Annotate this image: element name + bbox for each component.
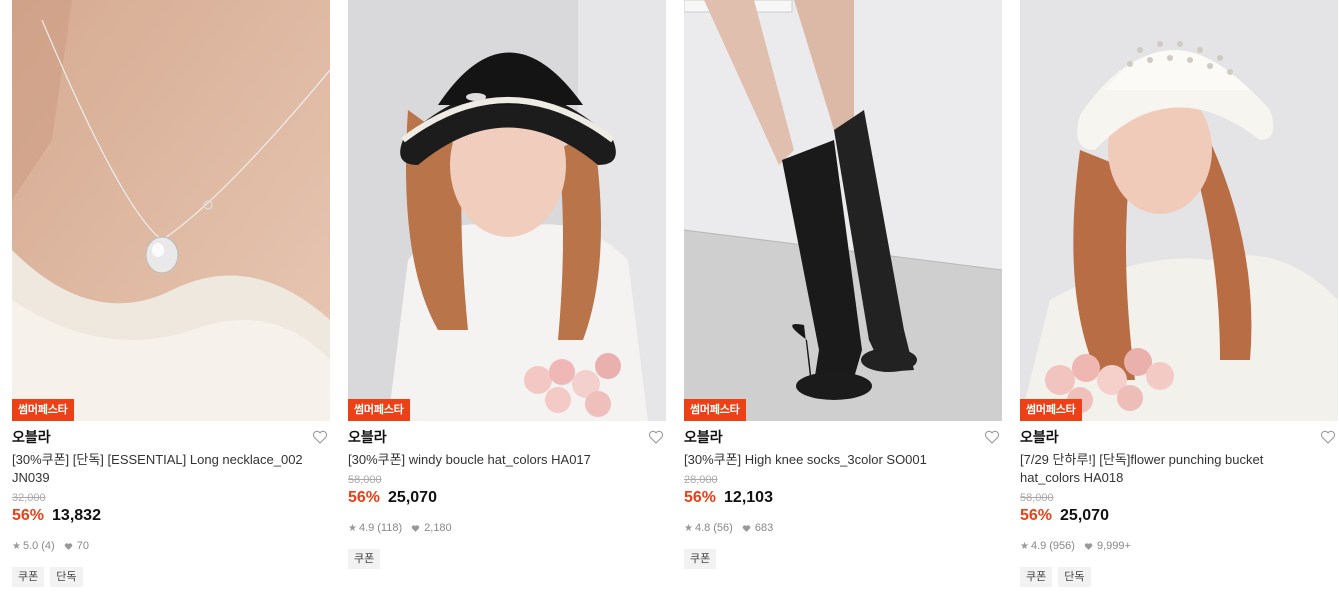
product-name[interactable]: [30%쿠폰] [단독] [ESSENTIAL] Long necklace_0… (12, 451, 312, 487)
tag-exclusive: 단독 (50, 567, 83, 587)
star-icon: ★ (348, 522, 357, 534)
boucle-hat-photo (348, 0, 666, 421)
product-name[interactable]: [30%쿠폰] High knee socks_3color SO001 (684, 451, 984, 469)
tag-list: 쿠폰 (684, 549, 1002, 569)
heart-outline-icon[interactable] (1320, 429, 1336, 445)
heart-outline-icon[interactable] (648, 429, 664, 445)
tag-coupon: 쿠폰 (684, 549, 717, 569)
original-price: 58,000 (348, 474, 382, 486)
star-icon: ★ (684, 522, 693, 534)
sale-price: 13,832 (52, 507, 101, 524)
heart-outline-icon[interactable] (984, 429, 1000, 445)
original-price: 28,000 (684, 474, 718, 486)
product-name[interactable]: [30%쿠폰] windy boucle hat_colors HA017 (348, 451, 648, 469)
product-stats: ★ 4.9 (118) 2,180 (348, 521, 666, 535)
product-card[interactable]: 썸머페스타 오블라 [30%쿠폰] windy boucle hat_color… (348, 0, 666, 603)
rating-value: 4.9 (358, 522, 375, 534)
knee-socks-photo (684, 0, 1002, 421)
festa-badge: 썸머페스타 (348, 399, 410, 421)
review-count: (956) (1049, 540, 1075, 552)
heart-filled-icon (64, 542, 72, 550)
product-image-necklace[interactable]: 썸머페스타 (12, 0, 330, 421)
rating-value: 5.0 (22, 540, 39, 552)
heart-filled-icon (742, 524, 751, 532)
tag-list: 쿠폰 단독 (12, 567, 330, 587)
product-name[interactable]: [7/29 단하루!] [단독]flower punching bucket h… (1020, 451, 1320, 487)
discount-rate: 56% (684, 489, 717, 506)
product-card[interactable]: 썸머페스타 오블라 [30%쿠폰] [단독] [ESSENTIAL] Long … (12, 0, 330, 603)
product-image-boucle-hat[interactable]: 썸머페스타 (348, 0, 666, 421)
product-stats: ★ 4.9 (956) 9,999+ (1020, 539, 1338, 553)
brand-name[interactable]: 오블라 (1020, 429, 1059, 445)
star-icon: ★ (12, 540, 21, 552)
star-icon: ★ (1020, 540, 1029, 552)
sale-price: 25,070 (1060, 507, 1109, 524)
like-count: 2,180 (424, 522, 452, 534)
rating-value: 4.8 (694, 522, 711, 534)
like-count: 9,999+ (1096, 540, 1131, 552)
product-stats: ★ 5.0 (4) 70 (12, 539, 330, 553)
necklace-photo (12, 0, 330, 421)
discount-rate: 56% (1020, 507, 1053, 524)
tag-coupon: 쿠폰 (348, 549, 381, 569)
heart-filled-icon (411, 524, 420, 532)
tag-exclusive: 단독 (1058, 567, 1091, 587)
product-image-knee-socks[interactable]: 썸머페스타 (684, 0, 1002, 421)
brand-name[interactable]: 오블라 (348, 429, 387, 445)
tag-list: 쿠폰 (348, 549, 666, 569)
brand-name[interactable]: 오블라 (12, 429, 51, 445)
punching-hat-photo (1020, 0, 1338, 421)
discount-rate: 56% (348, 489, 381, 506)
sale-price: 12,103 (724, 489, 773, 506)
brand-name[interactable]: 오블라 (684, 429, 723, 445)
like-count: 70 (76, 540, 89, 552)
tag-coupon: 쿠폰 (12, 567, 45, 587)
heart-outline-icon[interactable] (312, 429, 328, 445)
heart-filled-icon (1084, 542, 1093, 550)
sale-price: 25,070 (388, 489, 437, 506)
product-image-punching-hat[interactable]: 썸머페스타 (1020, 0, 1338, 421)
original-price: 58,000 (1020, 492, 1054, 504)
product-card[interactable]: 썸머페스타 오블라 [30%쿠폰] High knee socks_3color… (684, 0, 1002, 603)
review-count: (4) (41, 540, 55, 552)
rating-value: 4.9 (1030, 540, 1047, 552)
festa-badge: 썸머페스타 (12, 399, 74, 421)
tag-list: 쿠폰 단독 (1020, 567, 1338, 587)
like-count: 683 (754, 522, 774, 534)
original-price: 32,000 (12, 492, 46, 504)
review-count: (56) (713, 522, 733, 534)
product-grid: 썸머페스타 오블라 [30%쿠폰] [단독] [ESSENTIAL] Long … (0, 0, 1339, 603)
product-card[interactable]: 썸머페스타 오블라 [7/29 단하루!] [단독]flower punchin… (1020, 0, 1338, 603)
tag-coupon: 쿠폰 (1020, 567, 1053, 587)
festa-badge: 썸머페스타 (1020, 399, 1082, 421)
review-count: (118) (377, 522, 403, 534)
product-stats: ★ 4.8 (56) 683 (684, 521, 1002, 535)
festa-badge: 썸머페스타 (684, 399, 746, 421)
discount-rate: 56% (12, 507, 45, 524)
